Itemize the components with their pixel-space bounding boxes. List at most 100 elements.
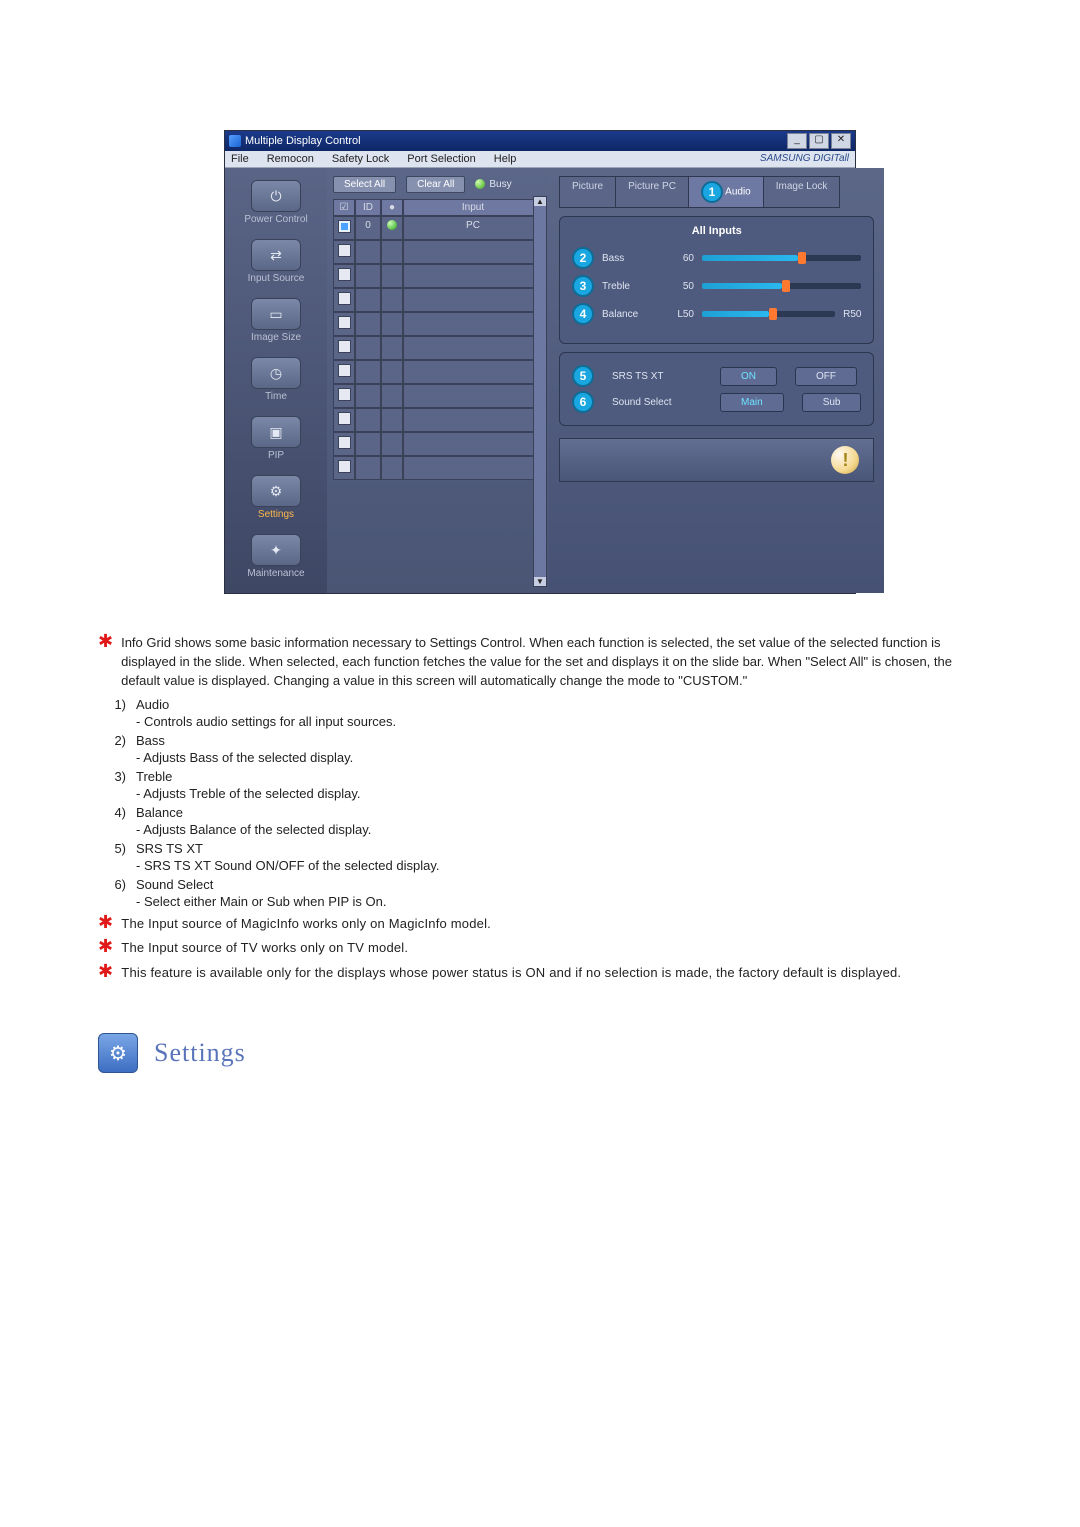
sound-select-main-button[interactable]: Main xyxy=(720,393,784,412)
status-bar: ! xyxy=(559,438,874,482)
row-checkbox[interactable] xyxy=(338,268,351,281)
row-input xyxy=(403,456,543,480)
row-input xyxy=(403,240,543,264)
row-checkbox[interactable] xyxy=(338,436,351,449)
sidebar-item-image-size[interactable]: ▭ Image Size xyxy=(229,294,323,349)
tab-picture-pc[interactable]: Picture PC xyxy=(615,176,689,208)
tab-picture[interactable]: Picture xyxy=(559,176,616,208)
table-row[interactable] xyxy=(333,360,543,384)
bass-value: 60 xyxy=(666,253,694,264)
sidebar-item-pip[interactable]: ▣ PIP xyxy=(229,412,323,467)
settings-icon: ⚙ xyxy=(251,475,301,507)
audio-options: 5 SRS TS XT ON OFF 6 Sound Select Main S… xyxy=(559,352,874,426)
settings-panel: Picture Picture PC 1 Audio Image Lock Al… xyxy=(549,168,884,593)
bass-label: Bass xyxy=(602,253,658,264)
time-icon: ◷ xyxy=(251,357,301,389)
row-checkbox[interactable] xyxy=(338,340,351,353)
srs-row: 5 SRS TS XT ON OFF xyxy=(572,365,861,387)
window-title: Multiple Display Control xyxy=(245,135,361,147)
row-input xyxy=(403,360,543,384)
maximize-button[interactable]: ▢ xyxy=(809,133,829,149)
note-power: ✱ This feature is available only for the… xyxy=(98,964,982,983)
sidebar-item-time[interactable]: ◷ Time xyxy=(229,353,323,408)
table-row[interactable] xyxy=(333,288,543,312)
table-row[interactable] xyxy=(333,432,543,456)
tab-audio[interactable]: 1 Audio xyxy=(688,176,764,208)
sidebar-item-maintenance[interactable]: ✦ Maintenance xyxy=(229,530,323,585)
sidebar-item-settings[interactable]: ⚙ Settings xyxy=(229,471,323,526)
note-tv: ✱ The Input source of TV works only on T… xyxy=(98,939,982,958)
list-item: 2)Bass xyxy=(108,733,982,748)
sidebar-item-label: PIP xyxy=(229,450,323,461)
row-checkbox[interactable] xyxy=(338,220,351,233)
row-checkbox[interactable] xyxy=(338,316,351,329)
row-status xyxy=(381,264,403,288)
row-id xyxy=(355,240,381,264)
menu-safety-lock[interactable]: Safety Lock xyxy=(332,153,389,165)
busy-dot-icon xyxy=(475,179,485,189)
titlebar: Multiple Display Control _ ▢ ✕ xyxy=(225,131,855,151)
sidebar-item-input-source[interactable]: ⇄ Input Source xyxy=(229,235,323,290)
sound-select-row: 6 Sound Select Main Sub xyxy=(572,391,861,413)
sidebar-item-label: Maintenance xyxy=(229,568,323,579)
row-checkbox[interactable] xyxy=(338,364,351,377)
srs-off-button[interactable]: OFF xyxy=(795,367,857,386)
list-item-desc: - Controls audio settings for all input … xyxy=(136,714,982,729)
sound-select-sub-button[interactable]: Sub xyxy=(802,393,862,412)
audio-panel: All Inputs 2 Bass 60 3 Treble 50 xyxy=(559,216,874,344)
balance-slider[interactable] xyxy=(702,311,835,317)
table-row[interactable] xyxy=(333,408,543,432)
list-item-desc: - SRS TS XT Sound ON/OFF of the selected… xyxy=(136,858,982,873)
tab-image-lock[interactable]: Image Lock xyxy=(763,176,841,208)
star-icon: ✱ xyxy=(98,634,113,691)
row-checkbox[interactable] xyxy=(338,292,351,305)
table-row[interactable] xyxy=(333,264,543,288)
row-input xyxy=(403,312,543,336)
callout-1: 1 xyxy=(701,181,723,203)
clear-all-button[interactable]: Clear All xyxy=(406,176,465,193)
minimize-button[interactable]: _ xyxy=(787,133,807,149)
bass-slider[interactable] xyxy=(702,255,861,261)
row-checkbox[interactable] xyxy=(338,412,351,425)
row-input xyxy=(403,288,543,312)
balance-label: Balance xyxy=(602,309,658,320)
window-buttons: _ ▢ ✕ xyxy=(787,133,851,149)
row-checkbox[interactable] xyxy=(338,460,351,473)
power-icon: ⏻ xyxy=(251,180,301,212)
star-icon: ✱ xyxy=(98,964,113,983)
row-id xyxy=(355,288,381,312)
callout-5: 5 xyxy=(572,365,594,387)
row-checkbox[interactable] xyxy=(338,388,351,401)
list-item-desc: - Select either Main or Sub when PIP is … xyxy=(136,894,982,909)
srs-on-button[interactable]: ON xyxy=(720,367,777,386)
row-id xyxy=(355,360,381,384)
sidebar-item-label: Power Control xyxy=(229,214,323,225)
balance-left: L50 xyxy=(666,309,694,320)
close-button[interactable]: ✕ xyxy=(831,133,851,149)
menu-port-selection[interactable]: Port Selection xyxy=(407,153,475,165)
row-id xyxy=(355,432,381,456)
table-row[interactable] xyxy=(333,312,543,336)
settings-heading-text: Settings xyxy=(154,1038,246,1068)
table-row[interactable] xyxy=(333,240,543,264)
table-row[interactable] xyxy=(333,336,543,360)
srs-label: SRS TS XT xyxy=(612,371,702,382)
table-row[interactable] xyxy=(333,384,543,408)
treble-slider[interactable] xyxy=(702,283,861,289)
settings-tabs: Picture Picture PC 1 Audio Image Lock xyxy=(559,176,874,208)
grid-header-check[interactable]: ☑ xyxy=(333,199,355,216)
image-size-icon: ▭ xyxy=(251,298,301,330)
row-status xyxy=(381,432,403,456)
callout-3: 3 xyxy=(572,275,594,297)
table-row[interactable] xyxy=(333,456,543,480)
callout-2: 2 xyxy=(572,247,594,269)
menu-help[interactable]: Help xyxy=(494,153,517,165)
menu-remocon[interactable]: Remocon xyxy=(267,153,314,165)
grid-scrollbar[interactable] xyxy=(533,196,547,587)
row-status xyxy=(381,216,403,240)
table-row[interactable]: 0PC xyxy=(333,216,543,240)
select-all-button[interactable]: Select All xyxy=(333,176,396,193)
sidebar-item-power-control[interactable]: ⏻ Power Control xyxy=(229,176,323,231)
row-checkbox[interactable] xyxy=(338,244,351,257)
menu-file[interactable]: File xyxy=(231,153,249,165)
